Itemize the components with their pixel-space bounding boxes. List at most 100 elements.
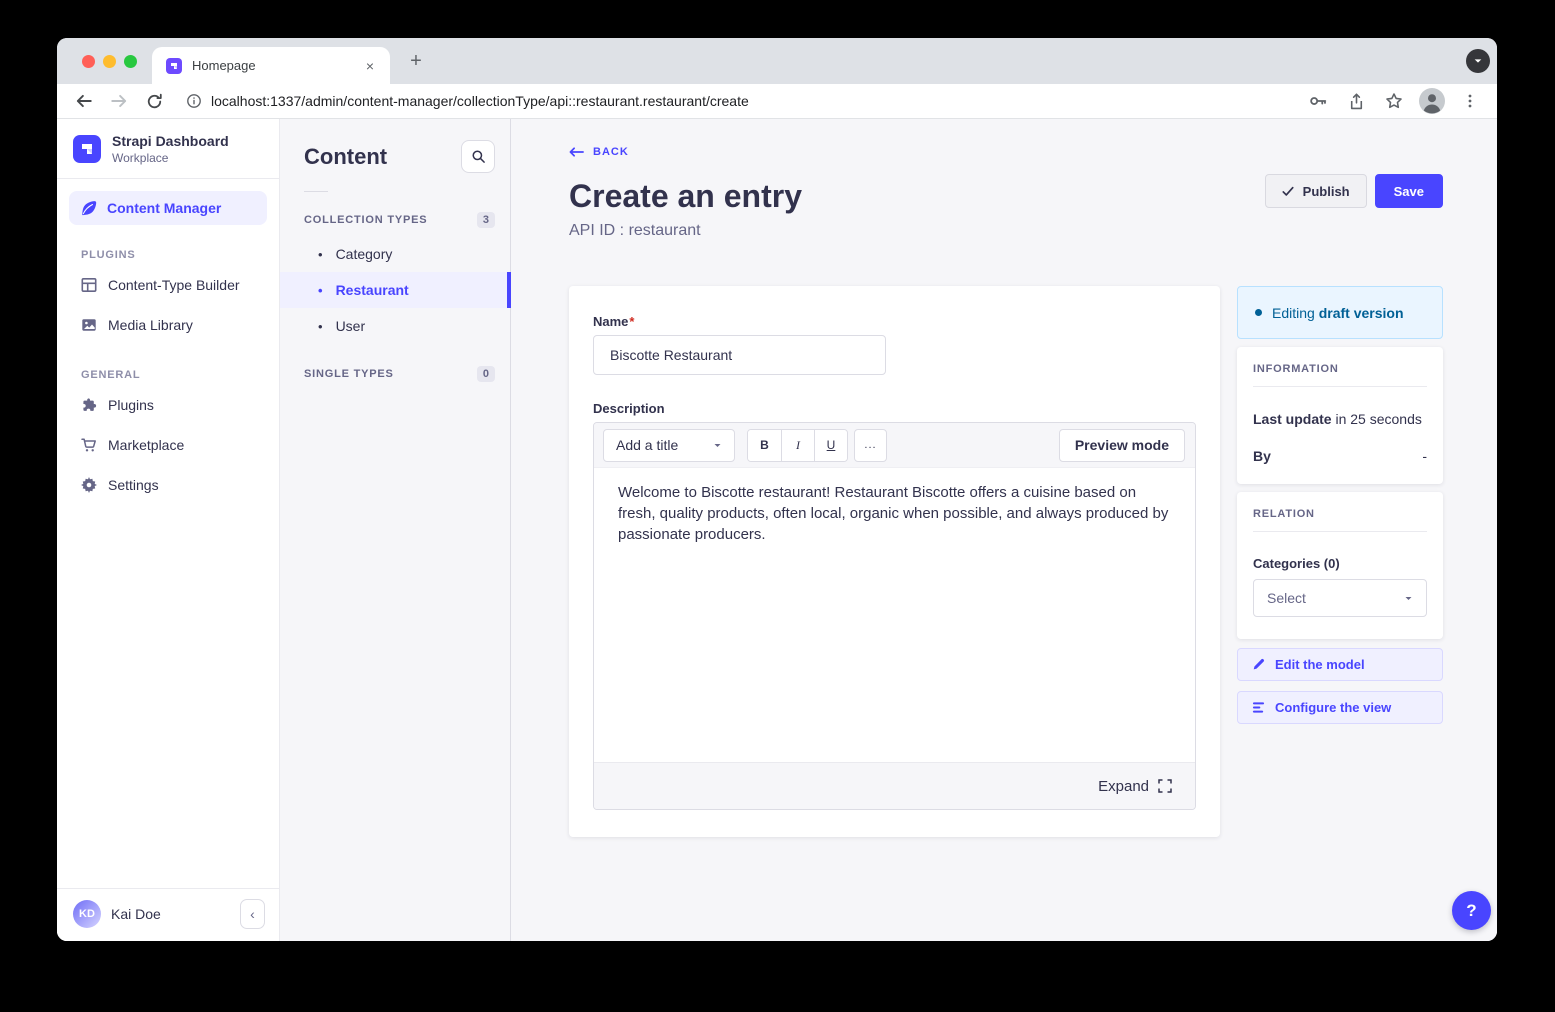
list-settings-icon xyxy=(1252,701,1265,714)
strapi-favicon-icon xyxy=(166,58,182,74)
forward-navigation-icon[interactable] xyxy=(106,88,132,114)
help-button[interactable]: ? xyxy=(1452,891,1491,930)
user-profile-row[interactable]: KD Kai Doe ‹ xyxy=(57,888,279,941)
save-button[interactable]: Save xyxy=(1375,174,1443,208)
configure-view-button[interactable]: Configure the view xyxy=(1237,691,1443,724)
edit-model-button[interactable]: Edit the model xyxy=(1237,648,1443,681)
sidebar-item-marketplace[interactable]: Marketplace xyxy=(57,425,279,465)
minimize-window-button[interactable] xyxy=(103,55,116,68)
relation-panel: RELATION Categories (0) Select xyxy=(1237,492,1443,639)
back-label: BACK xyxy=(593,146,629,158)
user-name: Kai Doe xyxy=(111,906,240,922)
categories-select[interactable]: Select xyxy=(1253,579,1427,617)
browser-profile-avatar[interactable] xyxy=(1419,88,1445,114)
subnav-item-restaurant[interactable]: • Restaurant xyxy=(280,272,510,308)
subnav-item-label: Category xyxy=(336,246,393,262)
bold-button[interactable]: B xyxy=(748,430,781,461)
back-navigation-icon[interactable] xyxy=(71,88,97,114)
browser-menu-chevron-icon[interactable] xyxy=(1466,49,1490,73)
search-icon xyxy=(471,149,486,164)
url-text[interactable]: localhost:1337/admin/content-manager/col… xyxy=(211,93,749,109)
bullet-icon: • xyxy=(318,319,323,334)
maximize-window-button[interactable] xyxy=(124,55,137,68)
sidebar-item-label: Plugins xyxy=(108,397,154,413)
categories-select-placeholder: Select xyxy=(1267,590,1306,606)
chevron-down-icon xyxy=(713,441,722,450)
bullet-icon: • xyxy=(318,283,323,298)
sidebar-item-content-manager[interactable]: Content Manager xyxy=(69,191,267,225)
tab-title: Homepage xyxy=(192,58,360,73)
entry-aside: Editing draft version INFORMATION Last u… xyxy=(1237,286,1443,724)
rich-text-editor: Add a title B I U ... Prev xyxy=(593,422,1196,810)
editor-footer: Expand xyxy=(594,762,1195,809)
publish-button[interactable]: Publish xyxy=(1265,174,1367,208)
sidebar-item-content-type-builder[interactable]: Content-Type Builder xyxy=(57,265,279,305)
sidebar-item-settings[interactable]: Settings xyxy=(57,465,279,505)
layout-grid-icon xyxy=(81,277,97,293)
publish-label: Publish xyxy=(1303,184,1350,199)
browser-window: Homepage × + localhost:1337/admin/conten… xyxy=(57,38,1497,941)
name-input[interactable] xyxy=(593,335,886,375)
back-link[interactable]: BACK xyxy=(569,146,629,158)
status-emphasis: draft version xyxy=(1319,305,1404,321)
site-info-icon[interactable] xyxy=(186,93,202,109)
text-format-group: B I U xyxy=(747,429,848,462)
sidebar-divider xyxy=(57,178,279,179)
subnav-divider xyxy=(304,191,328,192)
puzzle-icon xyxy=(81,397,97,413)
main-content: BACK Create an entry API ID : restaurant… xyxy=(511,119,1497,941)
name-field-label: Name* xyxy=(593,314,1196,329)
shopping-cart-icon xyxy=(81,437,97,453)
subnav-item-category[interactable]: • Category xyxy=(280,236,510,272)
sidebar-section-general: GENERAL xyxy=(81,369,279,381)
more-formats-button[interactable]: ... xyxy=(854,429,887,462)
collection-types-label: COLLECTION TYPES xyxy=(304,214,427,226)
by-label: By xyxy=(1253,448,1271,464)
collapse-sidebar-button[interactable]: ‹ xyxy=(240,899,265,929)
sidebar-item-label: Marketplace xyxy=(108,437,184,453)
app-title: Strapi Dashboard xyxy=(112,133,229,149)
api-id-subtitle: API ID : restaurant xyxy=(569,222,1443,240)
title-style-select[interactable]: Add a title xyxy=(603,429,735,462)
single-types-label: SINGLE TYPES xyxy=(304,368,394,380)
workspace-brand[interactable]: Strapi Dashboard Workplace xyxy=(57,119,279,178)
preview-mode-button[interactable]: Preview mode xyxy=(1059,429,1185,462)
chevron-down-icon xyxy=(1404,594,1413,603)
browser-menu-dots-icon[interactable] xyxy=(1457,88,1483,114)
required-asterisk: * xyxy=(629,314,634,329)
subnav-item-label: User xyxy=(336,318,366,334)
subnav-item-user[interactable]: • User xyxy=(280,308,510,344)
bullet-icon: • xyxy=(318,247,323,262)
tab-close-icon[interactable]: × xyxy=(360,56,380,76)
status-dot-icon xyxy=(1255,309,1262,316)
expand-icon[interactable] xyxy=(1158,779,1172,793)
expand-label[interactable]: Expand xyxy=(1098,778,1149,795)
picture-icon xyxy=(81,317,97,333)
status-prefix: Editing xyxy=(1272,305,1315,321)
close-window-button[interactable] xyxy=(82,55,95,68)
italic-button[interactable]: I xyxy=(781,430,814,461)
address-bar[interactable]: localhost:1337/admin/content-manager/col… xyxy=(186,93,1293,109)
new-tab-button[interactable]: + xyxy=(403,49,429,75)
sidebar-item-media-library[interactable]: Media Library xyxy=(57,305,279,345)
underline-button[interactable]: U xyxy=(814,430,847,461)
share-icon[interactable] xyxy=(1343,88,1369,114)
panel-divider xyxy=(1253,531,1427,532)
browser-tab[interactable]: Homepage × xyxy=(152,47,390,84)
bookmark-star-icon[interactable] xyxy=(1381,88,1407,114)
search-button[interactable] xyxy=(461,140,495,173)
sidebar-item-plugins[interactable]: Plugins xyxy=(57,385,279,425)
relation-title: RELATION xyxy=(1253,508,1427,520)
arrow-left-icon xyxy=(569,146,584,158)
description-field-label: Description xyxy=(593,401,1196,416)
sidebar-item-label: Content Manager xyxy=(107,200,221,216)
reload-icon[interactable] xyxy=(141,88,167,114)
description-textarea[interactable]: Welcome to Biscotte restaurant! Restaura… xyxy=(594,468,1195,762)
content-subnav: Content COLLECTION TYPES 3 • Category • … xyxy=(280,119,511,941)
information-panel: INFORMATION Last update in 25 seconds By… xyxy=(1237,347,1443,484)
user-avatar: KD xyxy=(73,900,101,928)
pencil-icon xyxy=(1252,658,1265,671)
main-sidebar: Strapi Dashboard Workplace Content Manag… xyxy=(57,119,280,941)
by-row: By - xyxy=(1253,448,1427,464)
password-key-icon[interactable] xyxy=(1305,88,1331,114)
